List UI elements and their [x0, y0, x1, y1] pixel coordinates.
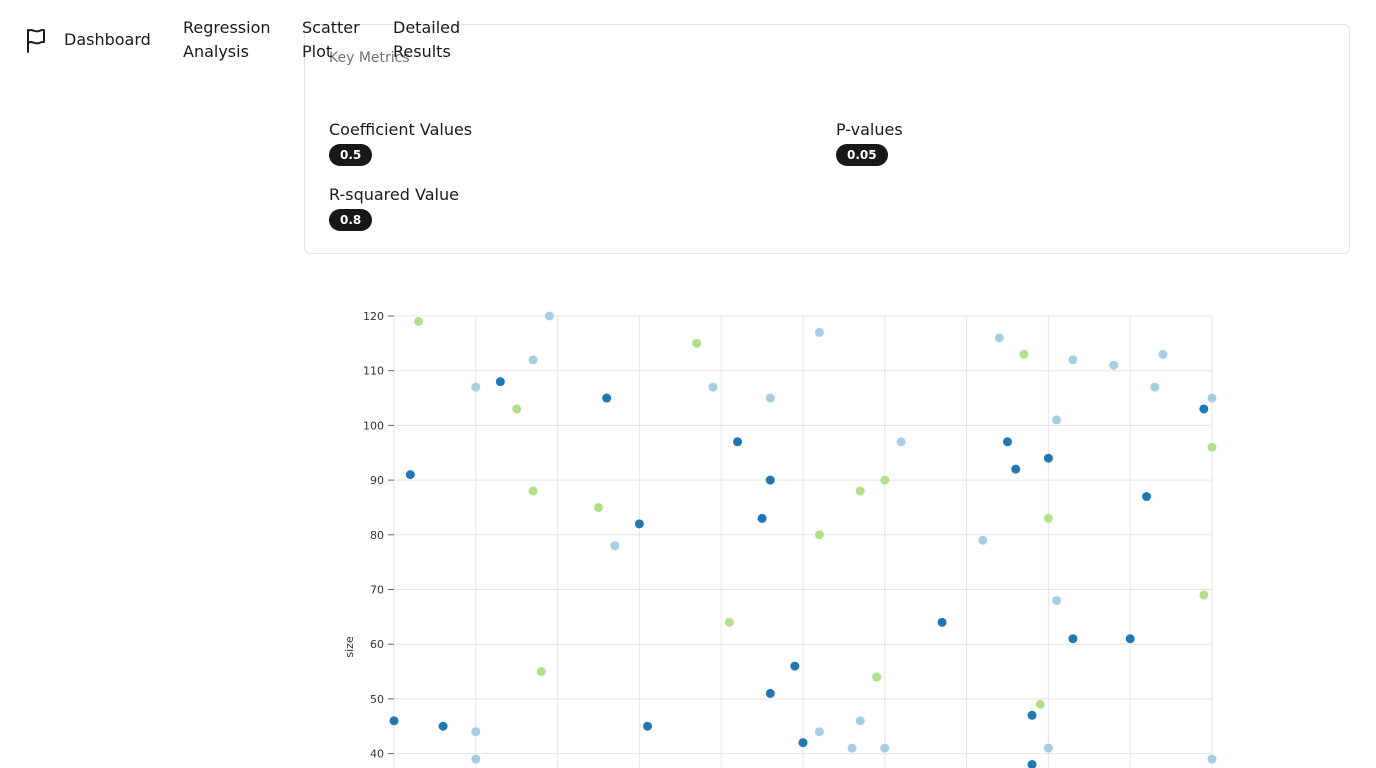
scatter-point[interactable]: [602, 393, 612, 403]
scatter-point[interactable]: [880, 475, 890, 485]
scatter-point[interactable]: [1043, 743, 1053, 753]
scatter-point[interactable]: [1207, 442, 1217, 452]
scatter-point[interactable]: [1043, 513, 1053, 523]
grid-layer: [393, 315, 1213, 768]
scatter-point[interactable]: [643, 721, 653, 731]
scatter-point[interactable]: [536, 667, 546, 677]
scatter-point[interactable]: [757, 513, 767, 523]
scatter-point[interactable]: [528, 486, 538, 496]
scatter-point[interactable]: [896, 437, 906, 447]
scatter-point[interactable]: [1019, 349, 1029, 359]
y-tick-layer: 120 110 100 90 80 70 60 50 40: [363, 310, 394, 761]
metric-label-coefficient: Coefficient Values: [329, 120, 473, 139]
y-tick-label: 80: [370, 529, 384, 542]
top-nav: Dashboard Regression Analysis Scatter Pl…: [0, 0, 1376, 80]
y-tick-label: 40: [370, 748, 384, 761]
scatter-point[interactable]: [978, 535, 988, 545]
scatter-point[interactable]: [765, 475, 775, 485]
metric-badge-r-squared: 0.8: [329, 209, 373, 231]
page: Dashboard Regression Analysis Scatter Pl…: [0, 0, 1376, 768]
scatter-point[interactable]: [1207, 754, 1217, 764]
scatter-point[interactable]: [855, 716, 865, 726]
nav-item-dashboard[interactable]: Dashboard: [64, 28, 151, 52]
scatter-point[interactable]: [1150, 382, 1160, 392]
scatter-point[interactable]: [1068, 634, 1078, 644]
scatter-point[interactable]: [471, 382, 481, 392]
scatter-point[interactable]: [1142, 492, 1152, 502]
scatter-point[interactable]: [634, 519, 644, 529]
nav-item-scatter-plot[interactable]: Scatter Plot: [302, 16, 372, 64]
scatter-chart: 120 110 100 90 80 70 60 50 40 size: [330, 290, 1230, 768]
scatter-point[interactable]: [692, 338, 702, 348]
scatter-chart-svg: 120 110 100 90 80 70 60 50 40 size: [343, 310, 1217, 768]
y-tick-label: 120: [363, 310, 384, 323]
flag-icon: [27, 28, 45, 53]
scatter-point[interactable]: [405, 470, 415, 480]
scatter-point[interactable]: [1158, 349, 1168, 359]
scatter-point[interactable]: [495, 377, 505, 387]
metric-label-p-values: P-values: [836, 120, 903, 139]
scatter-point[interactable]: [855, 486, 865, 496]
metric-badge-p-values: 0.05: [836, 144, 888, 166]
metric-badge-coefficient: 0.5: [329, 144, 373, 166]
scatter-point[interactable]: [1043, 453, 1053, 463]
scatter-point[interactable]: [512, 404, 522, 414]
scatter-point[interactable]: [438, 721, 448, 731]
scatter-point[interactable]: [814, 530, 824, 540]
scatter-point[interactable]: [872, 672, 882, 682]
scatter-point[interactable]: [1109, 360, 1119, 370]
scatter-point[interactable]: [1011, 464, 1021, 474]
scatter-point[interactable]: [1199, 590, 1209, 600]
scatter-point[interactable]: [1035, 699, 1045, 709]
scatter-point[interactable]: [1027, 710, 1037, 720]
scatter-point[interactable]: [528, 355, 538, 365]
scatter-point[interactable]: [1207, 393, 1217, 403]
scatter-point[interactable]: [1003, 437, 1012, 447]
nav-item-regression-analysis[interactable]: Regression Analysis: [183, 16, 283, 64]
scatter-point[interactable]: [994, 333, 1004, 343]
scatter-point[interactable]: [733, 437, 743, 447]
scatter-point[interactable]: [471, 727, 481, 737]
scatter-point[interactable]: [765, 393, 775, 403]
y-tick-label: 110: [363, 365, 384, 378]
scatter-point[interactable]: [814, 327, 824, 337]
scatter-point[interactable]: [1052, 595, 1062, 605]
scatter-point[interactable]: [937, 617, 947, 627]
y-tick-label: 60: [370, 638, 384, 651]
y-tick-label: 90: [370, 474, 384, 487]
y-axis-label: size: [343, 636, 356, 658]
scatter-point[interactable]: [1068, 355, 1078, 365]
nav-item-detailed-results[interactable]: Detailed Results: [393, 16, 473, 64]
scatter-point[interactable]: [1027, 760, 1037, 768]
scatter-point[interactable]: [798, 738, 808, 748]
scatter-point[interactable]: [544, 311, 554, 321]
scatter-point[interactable]: [594, 502, 603, 512]
scatter-point[interactable]: [847, 743, 857, 753]
scatter-point[interactable]: [708, 382, 718, 392]
scatter-point[interactable]: [814, 727, 824, 737]
scatter-point[interactable]: [389, 716, 399, 726]
scatter-point[interactable]: [471, 754, 481, 764]
metric-label-r-squared: R-squared Value: [329, 185, 459, 204]
y-tick-label: 50: [370, 693, 384, 706]
scatter-point[interactable]: [765, 688, 775, 698]
scatter-point[interactable]: [880, 743, 890, 753]
y-tick-label: 70: [370, 584, 384, 597]
y-tick-label: 100: [363, 419, 384, 432]
scatter-point[interactable]: [790, 661, 800, 671]
scatter-point[interactable]: [1125, 634, 1135, 644]
scatter-point[interactable]: [1199, 404, 1209, 414]
scatter-point[interactable]: [414, 316, 424, 326]
scatter-point[interactable]: [724, 617, 734, 627]
scatter-point[interactable]: [1052, 415, 1062, 425]
scatter-point[interactable]: [610, 541, 620, 551]
